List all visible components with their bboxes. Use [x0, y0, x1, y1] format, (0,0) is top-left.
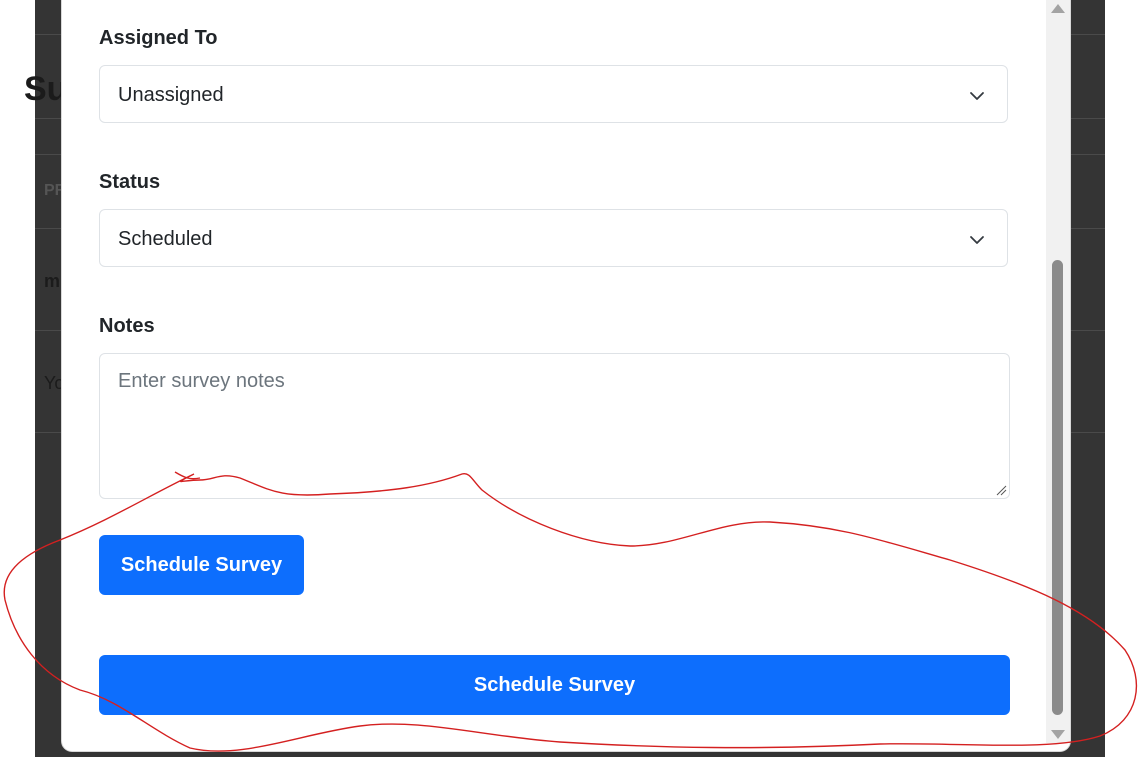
notes-textarea[interactable] [99, 353, 1010, 499]
assigned-to-label: Assigned To [99, 27, 218, 49]
background-page-title: Su [24, 70, 68, 108]
background-table-row: m [44, 271, 61, 291]
status-label: Status [99, 171, 161, 193]
assigned-to-select[interactable]: Unassigned [99, 65, 1008, 123]
chevron-down-icon [970, 236, 984, 244]
status-value: Scheduled [118, 228, 213, 250]
scroll-up-arrow-icon[interactable] [1051, 4, 1065, 13]
resize-grip-icon[interactable] [995, 484, 1007, 496]
notes-label: Notes [99, 315, 155, 337]
schedule-survey-modal: Assigned To Unassigned Status Scheduled … [62, 0, 1070, 751]
scrollbar-thumb[interactable] [1052, 260, 1063, 715]
assigned-to-value: Unassigned [118, 84, 224, 106]
modal-scrollbar[interactable] [1046, 0, 1070, 743]
scroll-down-arrow-icon[interactable] [1051, 730, 1065, 739]
chevron-down-icon [970, 92, 984, 100]
schedule-survey-submit-button[interactable]: Schedule Survey [99, 655, 1010, 715]
schedule-survey-button[interactable]: Schedule Survey [99, 535, 304, 595]
status-select[interactable]: Scheduled [99, 209, 1008, 267]
